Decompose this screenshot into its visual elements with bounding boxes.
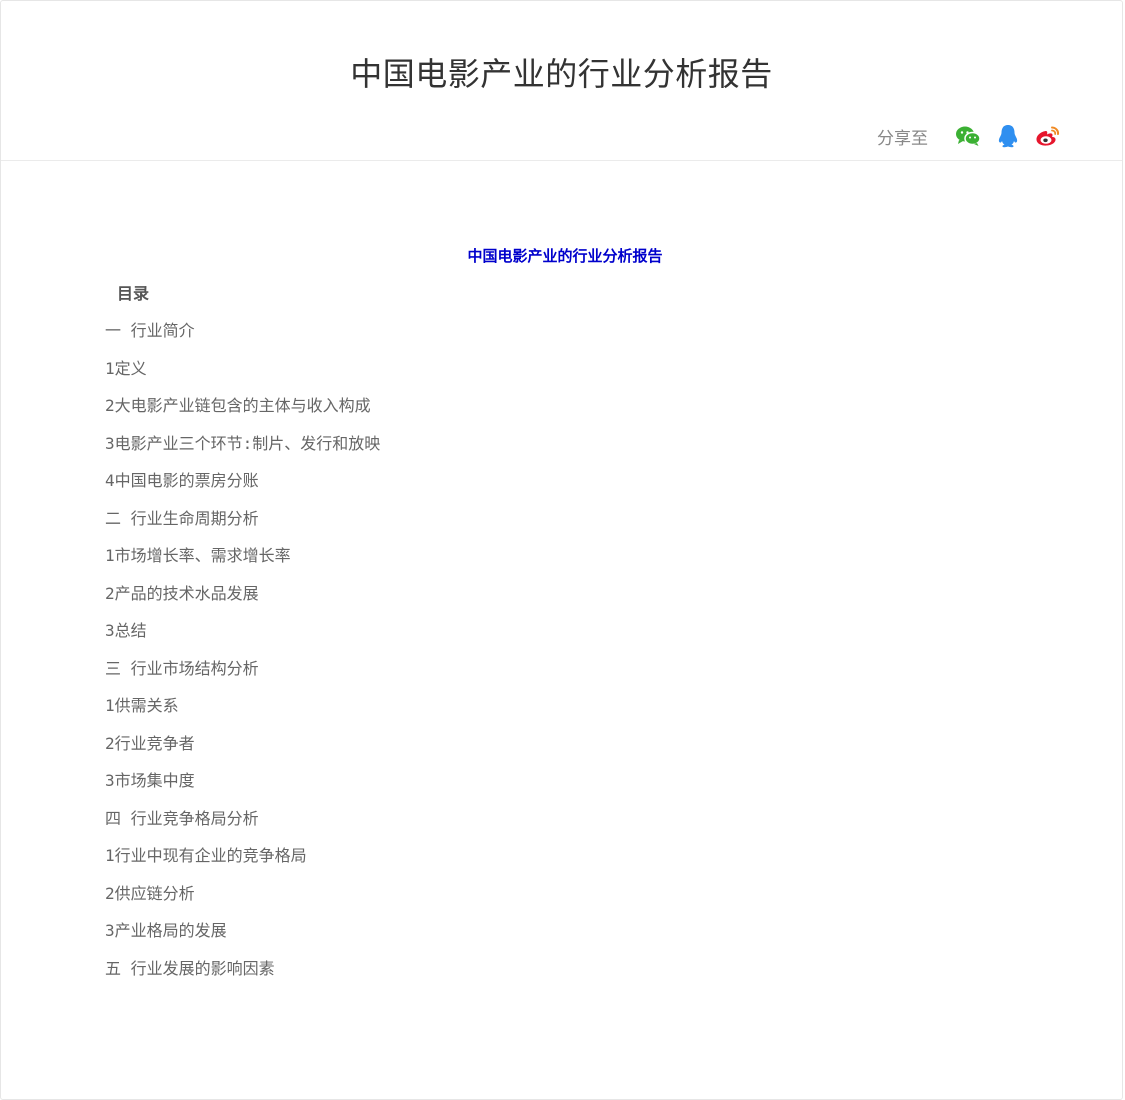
share-label: 分享至	[877, 128, 928, 149]
toc-item: 1市场增长率、需求增长率	[105, 546, 291, 565]
weibo-icon[interactable]	[1034, 122, 1062, 150]
toc-item: 2供应链分析	[105, 883, 195, 903]
page-title: 中国电影产业的行业分析报告	[350, 55, 773, 93]
toc-item: 二 行业生命周期分析	[105, 508, 259, 528]
toc-item: 四 行业竞争格局分析	[105, 808, 259, 828]
toc-item: 2大电影产业链包含的主体与收入构成	[105, 396, 371, 415]
toc-item: 2产品的技术水品发展	[105, 583, 259, 603]
document-content: 中国电影产业的行业分析报告 目录 一 行业简介 1定义 2大电影产业链包含的主体…	[105, 237, 1025, 987]
toc-item: 3电影产业三个环节:制片、发行和放映	[105, 433, 381, 453]
toc-item: 2行业竞争者	[105, 733, 195, 753]
toc-item: 3总结	[105, 621, 147, 640]
toc-item: 4中国电影的票房分账	[105, 471, 259, 490]
document-page: 中国电影产业的行业分析报告 分享至 中国电影产业的行业分析报告 目录 一 行业简…	[0, 0, 1123, 1100]
toc-item: 1定义	[105, 358, 147, 378]
content-title: 中国电影产业的行业分析报告	[467, 247, 663, 265]
toc-item: 1行业中现有企业的竞争格局	[105, 846, 307, 865]
document-header: 中国电影产业的行业分析报告 分享至	[1, 1, 1122, 161]
toc-item: 3市场集中度	[105, 771, 195, 790]
toc-item: 三 行业市场结构分析	[105, 658, 259, 678]
wechat-icon[interactable]	[954, 122, 982, 150]
toc-list: 一 行业简介 1定义 2大电影产业链包含的主体与收入构成 3电影产业三个环节:制…	[105, 312, 1025, 987]
toc-item: 一 行业简介	[105, 321, 195, 340]
qq-icon[interactable]	[994, 122, 1022, 150]
toc-heading: 目录	[117, 284, 150, 303]
toc-item: 1供需关系	[105, 696, 179, 715]
share-bar: 分享至	[877, 121, 1062, 151]
toc-item: 五 行业发展的影响因素	[105, 958, 275, 978]
toc-item: 3产业格局的发展	[105, 921, 227, 940]
